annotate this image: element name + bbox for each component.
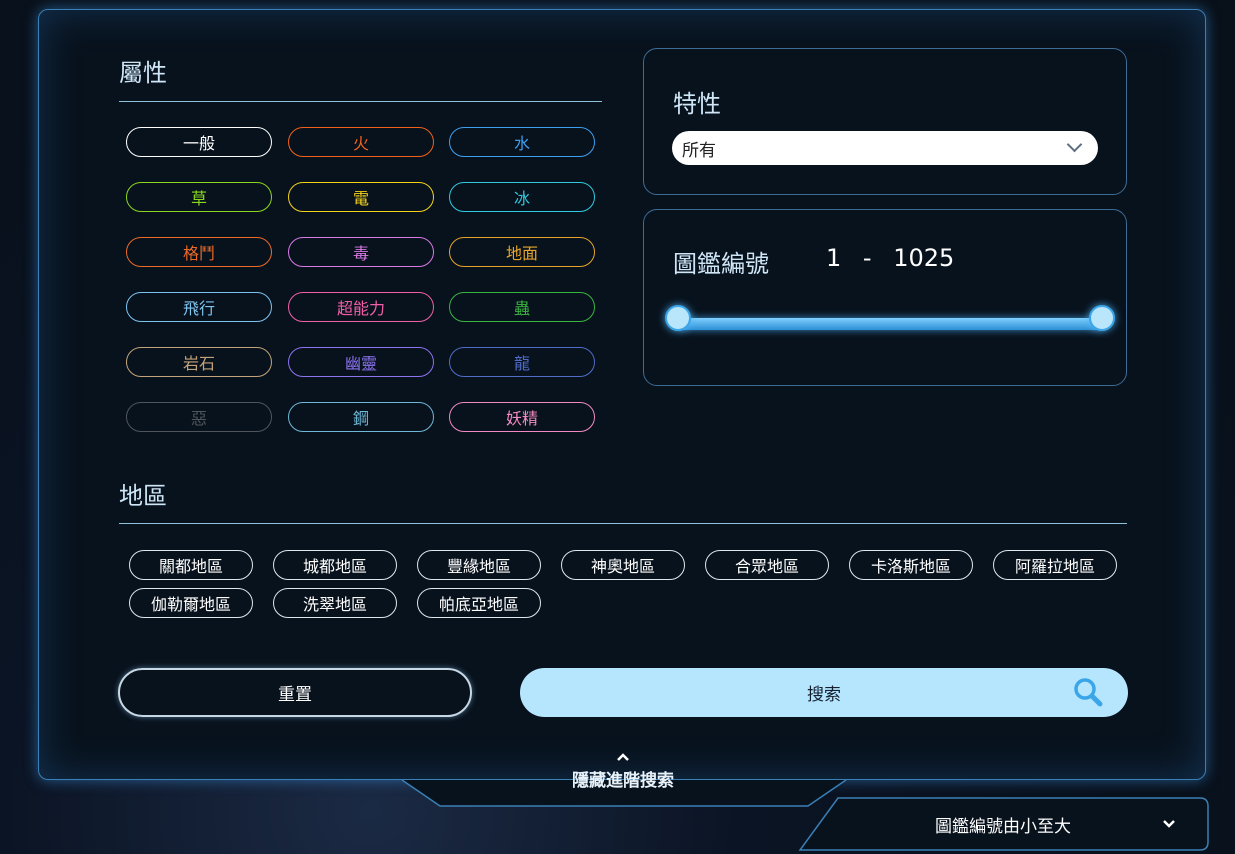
type-label: 蟲 bbox=[513, 299, 530, 318]
regions-divider bbox=[119, 523, 1127, 524]
type-button[interactable]: 地面 bbox=[449, 237, 595, 267]
reset-button[interactable]: 重置 bbox=[118, 668, 472, 717]
type-label: 超能力 bbox=[336, 299, 385, 318]
type-button[interactable]: 超能力 bbox=[288, 292, 434, 322]
type-label: 龍 bbox=[513, 354, 530, 373]
type-button[interactable]: 草 bbox=[126, 182, 272, 212]
region-button[interactable]: 神奧地區 bbox=[561, 550, 685, 580]
types-title: 屬性 bbox=[119, 59, 167, 87]
type-label: 水 bbox=[513, 134, 530, 153]
type-label: 惡 bbox=[190, 409, 207, 428]
region-button[interactable]: 阿羅拉地區 bbox=[993, 550, 1117, 580]
regions-title: 地區 bbox=[119, 482, 167, 510]
type-button[interactable]: 一般 bbox=[126, 127, 272, 157]
ability-selected-value: 所有 bbox=[682, 140, 716, 161]
type-button[interactable]: 鋼 bbox=[288, 402, 434, 432]
region-label: 帕底亞地區 bbox=[438, 595, 519, 614]
dex-range-separator: - bbox=[862, 244, 872, 272]
type-button[interactable]: 火 bbox=[288, 127, 434, 157]
region-label: 關都地區 bbox=[158, 557, 223, 576]
type-label: 飛行 bbox=[182, 299, 215, 318]
ability-box: 特性 所有 bbox=[643, 48, 1127, 195]
slider-max-handle[interactable] bbox=[1089, 305, 1115, 331]
region-label: 阿羅拉地區 bbox=[1014, 557, 1095, 576]
toggle-advanced-search[interactable]: 隱藏進階搜索 bbox=[556, 752, 690, 791]
region-button[interactable]: 城都地區 bbox=[273, 550, 397, 580]
region-label: 神奧地區 bbox=[590, 557, 655, 576]
sort-dropdown[interactable]: 圖鑑編號由小至大 bbox=[880, 805, 1198, 843]
region-button[interactable]: 豐緣地區 bbox=[417, 550, 541, 580]
type-label: 幽靈 bbox=[344, 354, 377, 373]
sort-label: 圖鑑編號由小至大 bbox=[935, 816, 1071, 837]
type-label: 冰 bbox=[513, 189, 530, 208]
type-button[interactable]: 電 bbox=[288, 182, 434, 212]
region-button[interactable]: 合眾地區 bbox=[705, 550, 829, 580]
type-label: 一般 bbox=[182, 134, 215, 153]
type-label: 火 bbox=[352, 134, 369, 153]
type-button[interactable]: 岩石 bbox=[126, 347, 272, 377]
region-button[interactable]: 關都地區 bbox=[129, 550, 253, 580]
type-button[interactable]: 水 bbox=[449, 127, 595, 157]
type-label: 毒 bbox=[352, 244, 369, 263]
type-button[interactable]: 惡 bbox=[126, 402, 272, 432]
region-button[interactable]: 伽勒爾地區 bbox=[129, 588, 253, 618]
type-button[interactable]: 冰 bbox=[449, 182, 595, 212]
reset-label: 重置 bbox=[278, 685, 312, 705]
toggle-label: 隱藏進階搜索 bbox=[572, 771, 674, 791]
type-label: 妖精 bbox=[505, 409, 538, 428]
search-button[interactable]: 搜索 bbox=[520, 668, 1128, 717]
ability-select[interactable]: 所有 bbox=[672, 131, 1098, 165]
dex-range-title: 圖鑑編號 bbox=[673, 250, 769, 278]
dex-range-values: 1 - 1025 bbox=[826, 244, 954, 272]
region-label: 城都地區 bbox=[302, 557, 367, 576]
ability-title: 特性 bbox=[673, 90, 721, 118]
region-button[interactable]: 帕底亞地區 bbox=[417, 588, 541, 618]
type-button[interactable]: 格鬥 bbox=[126, 237, 272, 267]
slider-min-handle[interactable] bbox=[665, 305, 691, 331]
type-label: 草 bbox=[190, 189, 207, 208]
type-button[interactable]: 妖精 bbox=[449, 402, 595, 432]
region-label: 卡洛斯地區 bbox=[870, 557, 951, 576]
type-button[interactable]: 龍 bbox=[449, 347, 595, 377]
chevron-down-icon bbox=[1163, 820, 1175, 828]
dex-range-max: 1025 bbox=[893, 244, 955, 272]
type-label: 電 bbox=[352, 189, 369, 208]
region-label: 合眾地區 bbox=[734, 557, 799, 576]
chevron-down-icon bbox=[1066, 136, 1083, 153]
type-label: 地面 bbox=[505, 244, 538, 263]
region-button[interactable]: 卡洛斯地區 bbox=[849, 550, 973, 580]
type-label: 格鬥 bbox=[182, 244, 215, 263]
type-label: 鋼 bbox=[352, 409, 369, 428]
region-label: 伽勒爾地區 bbox=[150, 595, 231, 614]
dex-range-slider[interactable] bbox=[665, 305, 1115, 331]
region-label: 洗翠地區 bbox=[302, 595, 367, 614]
type-button[interactable]: 幽靈 bbox=[288, 347, 434, 377]
region-label: 豐緣地區 bbox=[446, 557, 511, 576]
search-label: 搜索 bbox=[807, 685, 841, 705]
type-label: 岩石 bbox=[182, 354, 215, 373]
region-button[interactable]: 洗翠地區 bbox=[273, 588, 397, 618]
dex-range-min: 1 bbox=[826, 244, 842, 272]
search-icon bbox=[1074, 678, 1103, 707]
type-button[interactable]: 蟲 bbox=[449, 292, 595, 322]
type-button[interactable]: 飛行 bbox=[126, 292, 272, 322]
type-button[interactable]: 毒 bbox=[288, 237, 434, 267]
dex-range-box: 圖鑑編號 1 - 1025 bbox=[643, 209, 1127, 386]
chevron-up-icon bbox=[617, 753, 629, 761]
types-divider bbox=[119, 101, 602, 102]
